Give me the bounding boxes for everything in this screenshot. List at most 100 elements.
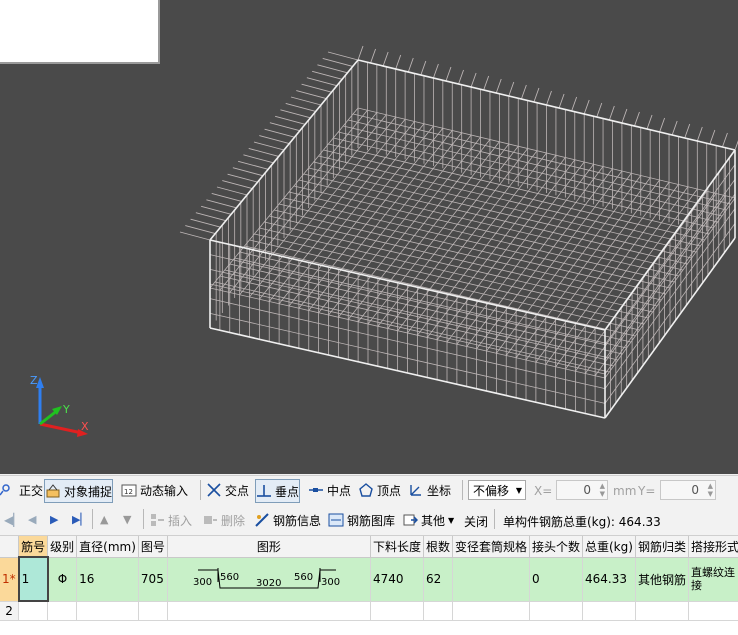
other-icon [402,512,419,528]
cell-diameter[interactable] [76,601,139,621]
col-header-figure-no[interactable]: 图号 [138,536,168,558]
vertex-icon [358,482,374,498]
perpendicular-snap-button[interactable]: 垂点 [255,479,301,503]
coordinate-snap-button[interactable]: 坐标 [408,479,451,501]
midpoint-icon [308,482,324,498]
rebar-mesh-3d-view[interactable]: Z Y X [0,0,738,474]
shape-dim-e: 300 [321,577,340,588]
move-up-icon[interactable]: ▲ [100,513,108,526]
cell-bar-no[interactable]: 1 [17,556,49,602]
axis-x-label: X [81,420,89,433]
delete-icon [202,512,218,528]
intersection-snap-button[interactable]: 交点 [206,479,249,501]
cell-category[interactable]: 其他钢筋 [635,557,689,602]
col-header-diameter[interactable]: 直径(mm) [76,536,139,558]
row-header[interactable]: 2 [0,601,20,621]
cell-grade[interactable]: Φ [47,557,78,602]
snap-toolbar: 正交 对象捕捉 12 动态输入 交点 垂点 中点 顶点 坐标 不偏移 ▼ X= … [0,475,738,506]
cell-count[interactable] [423,601,453,621]
cell-figure-no[interactable]: 705 [138,557,168,602]
cell-cut-length[interactable]: 4740 [370,557,424,602]
table-row[interactable]: 2 [0,601,738,621]
offset-select[interactable]: 不偏移 ▼ [468,480,526,500]
rebar-library-button[interactable]: 钢筋图库 [328,509,395,531]
spinner-icon[interactable]: ▲ ▼ [708,482,713,498]
shape-dim-b: 560 [220,572,239,583]
cell-shape[interactable]: 300 560 3020 560 300 [167,557,371,602]
total-weight-label: 单构件钢筋总重(kg): 464.33 [503,515,661,529]
rebar-info-icon [254,512,270,528]
x-unit-label: mm [613,484,637,498]
cell-lap-type[interactable] [688,601,738,621]
spinner-icon[interactable]: ▲ ▼ [600,482,605,498]
navigation-panel [0,0,160,64]
rebar-library-icon [328,512,344,528]
ortho-icon [0,482,16,498]
col-header-shape[interactable]: 图形 [167,536,371,558]
col-header-sleeve-spec[interactable]: 变径套筒规格 [452,536,530,558]
y-field-label: Y= [638,484,656,498]
rebar-info-button[interactable]: 钢筋信息 [254,509,321,531]
rebar-cage-wireframe [179,45,738,419]
cell-grade[interactable] [47,601,78,621]
coordinate-icon [408,482,424,498]
cell-sleeve-spec[interactable] [452,557,530,602]
row-header[interactable]: 1* [0,557,20,602]
next-record-icon[interactable]: ▶ [50,513,58,526]
dynamic-input-icon: 12 [121,482,137,498]
y-offset-input[interactable]: 0 ▲ ▼ [660,480,716,500]
3d-viewport[interactable]: Z Y X [0,0,738,474]
col-header-total-weight[interactable]: 总重(kg) [582,536,636,558]
ortho-label: 正交 [19,483,44,498]
shape-dim-d: 560 [294,572,313,583]
shape-dim-c: 3020 [256,578,281,589]
cell-joint-count[interactable] [529,601,584,621]
ortho-button[interactable]: 正交 [0,479,43,501]
close-button[interactable]: 关闭 [464,513,488,530]
object-snap-button[interactable]: 对象捕捉 [44,479,114,503]
cell-lap-type[interactable]: 直螺纹连接 [688,557,738,602]
table-row[interactable]: 1* 1 Φ 16 705 300 560 3020 560 300 4740 … [0,556,738,602]
midpoint-snap-button[interactable]: 中点 [308,479,351,501]
cell-category[interactable] [635,601,689,621]
cell-sleeve-spec[interactable] [452,601,530,621]
cell-count[interactable]: 62 [423,557,453,602]
col-header-joint-count[interactable]: 接头个数 [529,536,584,558]
col-header-cut-length[interactable]: 下料长度 [370,536,424,558]
dynamic-input-label: 动态输入 [140,483,189,498]
cell-shape[interactable] [167,601,371,621]
svg-text:12: 12 [124,488,133,496]
insert-button[interactable]: 插入 [149,509,192,531]
shape-dim-a: 300 [193,577,212,588]
vertex-snap-button[interactable]: 顶点 [358,479,401,501]
cell-total-weight[interactable] [582,601,636,621]
offset-select-value: 不偏移 [473,483,510,498]
first-record-icon[interactable]: ◀▏ [4,513,22,527]
x-field-label: X= [534,484,553,498]
col-header-count[interactable]: 根数 [423,536,453,558]
cell-joint-count[interactable]: 0 [529,557,584,602]
object-snap-label: 对象捕捉 [64,484,113,499]
perpendicular-label: 垂点 [275,484,300,499]
col-header-grade[interactable]: 级别 [47,536,78,558]
cell-total-weight[interactable]: 464.33 [582,557,636,602]
cell-diameter[interactable]: 16 [76,557,139,602]
perpendicular-icon [256,483,272,499]
last-record-icon[interactable]: ▶▏ [72,513,89,526]
col-header-bar-no[interactable]: 筋号 [18,536,49,558]
chevron-down-icon: ▼ [515,485,522,495]
snap-icon [45,483,61,499]
x-offset-input[interactable]: 0 ▲ ▼ [556,480,608,500]
delete-button[interactable]: 删除 [202,509,245,531]
cell-figure-no[interactable] [138,601,168,621]
dynamic-input-button[interactable]: 12 动态输入 [121,479,188,501]
col-header-category[interactable]: 钢筋归类 [635,536,689,558]
other-menu-button[interactable]: 其他 ▼ [402,509,454,531]
col-header-lap-type[interactable]: 搭接形式 [688,536,738,558]
cell-cut-length[interactable] [370,601,424,621]
row-header-corner [0,536,20,558]
move-down-icon[interactable]: ▼ [123,513,131,526]
axis-indicator: Z Y X [30,374,89,437]
cell-bar-no[interactable] [18,601,49,621]
prev-record-icon[interactable]: ◀ [28,513,36,526]
